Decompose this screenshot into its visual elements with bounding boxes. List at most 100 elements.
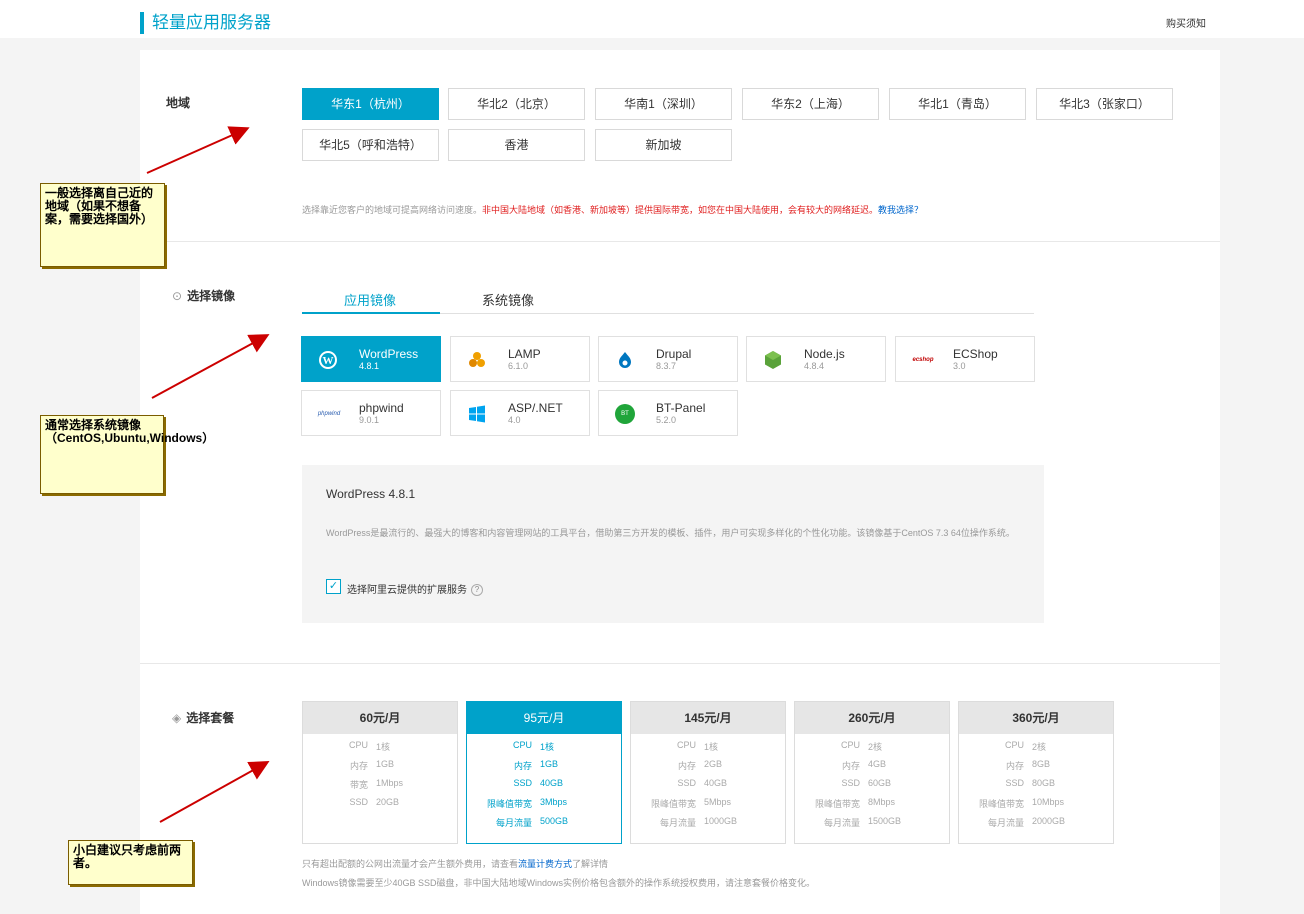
spec-key: 内存 [841, 761, 860, 771]
wordpress-icon: W [319, 351, 337, 369]
drupal-icon [619, 352, 631, 368]
region-option-qingdao[interactable]: 华北1（青岛） [889, 88, 1026, 120]
plan-price: 60元/月 [303, 702, 457, 734]
top-bar: 轻量应用服务器 购买须知 [0, 0, 1304, 38]
spec-value: 2核 [868, 742, 883, 752]
phpwind-icon: phpwind [317, 411, 341, 417]
image-version: 5.2.0 [656, 415, 677, 425]
plan-card-360[interactable]: 360元/月 CPU 2核 内存 8GB SSD 80GB 限峰值带宽 10Mbps 每… [958, 701, 1114, 844]
image-version: 6.1.0 [508, 361, 529, 371]
region-option-zhangjiakou[interactable]: 华北3（张家口） [1036, 88, 1173, 120]
spec-value: 10Mbps [1032, 797, 1065, 807]
plan-spec-memory: 内存 1GB [514, 759, 559, 771]
layers-icon: ◈ [172, 711, 182, 725]
spec-value: 60GB [868, 778, 892, 788]
spec-value: 1GB [540, 759, 559, 769]
spec-value: 40GB [540, 778, 564, 788]
image-card-lamp[interactable]: LAMP 6.1.0 [450, 336, 590, 382]
spec-key: CPU [840, 740, 860, 750]
region-option-hongkong[interactable]: 香港 [448, 129, 585, 161]
bt-panel-icon: BT [615, 404, 635, 424]
image-name: ECShop [953, 347, 998, 361]
image-card-phpwind[interactable]: phpwind phpwind 9.0.1 [301, 390, 441, 436]
image-name: phpwind [359, 401, 404, 415]
region-option-singapore[interactable]: 新加坡 [595, 129, 732, 161]
plan-spec-ssd: SSD 60GB [841, 778, 892, 788]
plan-spec-peak-bandwidth: 限峰值带宽 5Mbps [651, 797, 731, 809]
tab-system-image[interactable]: 系统镜像 [482, 290, 534, 309]
buy-notice-link[interactable]: 购买须知 [1166, 15, 1206, 30]
plan-card-145[interactable]: 145元/月 CPU 1核 内存 2GB SSD 40GB 限峰值带宽 5Mbps 每月… [630, 701, 786, 844]
image-version: 4.8.4 [804, 361, 825, 371]
region-option-beijing[interactable]: 华北2（北京） [448, 88, 585, 120]
detail-description: WordPress是最流行的、最强大的博客和内容管理网站的工具平台，借助第三方开… [326, 528, 1015, 538]
spec-value: 1500GB [868, 816, 902, 826]
plan-spec-ssd: SSD 40GB [677, 778, 728, 788]
region-option-shanghai[interactable]: 华东2（上海） [742, 88, 879, 120]
image-name: Drupal [656, 347, 692, 361]
spec-key: 限峰值带宽 [650, 799, 696, 809]
spec-key: 每月流量 [495, 818, 532, 828]
image-version: 9.0.1 [359, 415, 380, 425]
spec-value: 1Mbps [376, 778, 404, 788]
image-card-bt-panel[interactable]: BT BT-Panel 5.2.0 [598, 390, 738, 436]
spec-value: 40GB [704, 778, 728, 788]
spec-value: 2000GB [1032, 816, 1066, 826]
spec-value: 2GB [704, 759, 723, 769]
plan-spec-cpu: CPU 1核 [677, 740, 718, 753]
image-card-wordpress[interactable]: W WordPress 4.8.1 [301, 336, 441, 382]
plan-card-260[interactable]: 260元/月 CPU 2核 内存 4GB SSD 60GB 限峰值带宽 8Mbps 每月… [794, 701, 950, 844]
image-detail-panel: WordPress 4.8.1 WordPress是最流行的、最强大的博客和内容… [302, 465, 1044, 623]
spec-key: SSD [513, 778, 532, 788]
spec-value: 3Mbps [540, 797, 568, 807]
image-card-ecshop[interactable]: ecshop ECShop 3.0 [895, 336, 1035, 382]
region-label: 地域 [166, 96, 191, 110]
spec-key: SSD [841, 778, 860, 788]
windows-icon [469, 405, 485, 423]
image-name: WordPress [359, 347, 419, 361]
annotation-image: 通常选择系统镜像（CentOS,Ubuntu,Windows） [40, 415, 214, 494]
svg-text:W: W [323, 355, 334, 367]
plan-label: ◈ 选择套餐 [172, 709, 234, 726]
region-option-hohhot[interactable]: 华北5（呼和浩特） [302, 129, 439, 161]
plan-spec-cpu: CPU 1核 [513, 740, 554, 753]
spec-key: 限峰值带宽 [486, 799, 532, 809]
region-option-hangzhou[interactable]: 华东1（杭州） [302, 88, 439, 120]
region-help-link[interactable]: 教我选择？ [878, 205, 923, 215]
tab-app-image[interactable]: 应用镜像 [344, 290, 396, 309]
image-card-aspnet[interactable]: ASP/.NET 4.0 [450, 390, 590, 436]
region-hint-warning: 非中国大陆地域（如香港、新加坡等）提供国际带宽，如您在中国大陆使用，会有较大的网… [482, 205, 879, 215]
region-option-shenzhen[interactable]: 华南1（深圳） [595, 88, 732, 120]
spec-key: SSD [1005, 778, 1024, 788]
image-version: 3.0 [953, 361, 966, 371]
plan-card-60[interactable]: 60元/月 CPU 1核 内存 1GB 带宽 1Mbps SSD 20GB [302, 701, 458, 844]
plan-spec-traffic: 每月流量 1000GB [660, 816, 738, 828]
plan-spec-cpu: CPU 2核 [1005, 740, 1046, 753]
plan-spec-traffic: 每月流量 500GB [496, 816, 568, 828]
plan-spec-peak-bandwidth: 限峰值带宽 10Mbps [979, 797, 1065, 809]
spec-key: CPU [512, 740, 532, 750]
image-name: BT-Panel [656, 401, 706, 415]
extension-service-label: 选择阿里云提供的扩展服务? [347, 581, 483, 597]
spec-value: 4GB [868, 759, 887, 769]
plan-spec-memory: 内存 4GB [842, 759, 887, 771]
plan-spec-cpu: CPU 1核 [349, 740, 390, 753]
traffic-billing-link[interactable]: 流量计费方式 [518, 859, 572, 869]
spec-value: 8GB [1032, 759, 1051, 769]
plan-price: 145元/月 [631, 702, 785, 734]
note-text: 只有超出配额的公网出流量才会产生额外费用，请查看 [302, 859, 519, 869]
spec-value: 1000GB [704, 816, 738, 826]
help-icon[interactable]: ? [471, 584, 483, 597]
plan-card-95[interactable]: 95元/月 CPU 1核 内存 1GB SSD 40GB 限峰值带宽 3Mbps 每月流… [466, 701, 622, 844]
radio-icon: ⊙ [172, 289, 183, 303]
image-card-nodejs[interactable]: Node.js 4.8.4 [746, 336, 886, 382]
spec-value: 80GB [1032, 778, 1056, 788]
image-card-drupal[interactable]: Drupal 8.3.7 [598, 336, 738, 382]
plan-spec-bandwidth: 带宽 1Mbps [350, 778, 404, 790]
plan-spec-cpu: CPU 2核 [841, 740, 883, 753]
spec-key: 内存 [1005, 761, 1024, 771]
spec-key: 每月流量 [823, 818, 860, 828]
extension-service-checkbox[interactable]: ✓ [326, 579, 341, 594]
page-title: 轻量应用服务器 [140, 12, 271, 34]
image-version: 4.8.1 [359, 361, 380, 371]
